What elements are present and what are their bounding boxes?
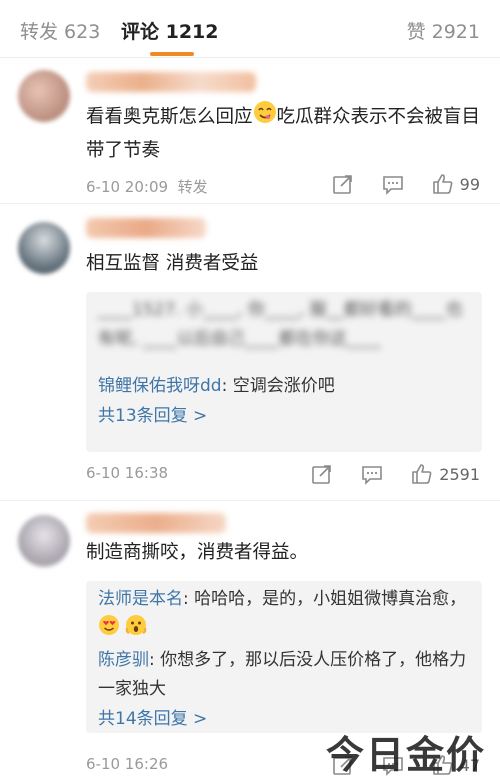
like-button[interactable]: 99 <box>432 173 480 195</box>
like-count: 99 <box>459 174 480 194</box>
comment-actions: 99 <box>304 172 480 196</box>
username-blurred[interactable] <box>86 218 206 238</box>
tab-reposts[interactable]: 转发 623 <box>20 17 100 44</box>
comment-time: 6-10 16:38 <box>86 464 169 482</box>
reply-item: 锦鲤保佑我呀dd: 空调会涨价吧 <box>86 372 482 401</box>
username-blurred[interactable] <box>86 513 226 533</box>
like-button[interactable]: 2591 <box>411 463 480 485</box>
avatar[interactable] <box>18 515 70 567</box>
reply-item: 陈彦驯: 你想多了，那以后没人压价格了，他格力一家独大 <box>86 646 482 704</box>
reply-username[interactable]: 锦鲤保佑我呀dd <box>98 376 222 396</box>
comment-text: 制造商撕咬，消费者得益。 <box>86 542 309 563</box>
reply-preview-box[interactable]: 法师是本名: 哈哈哈，是的，小姐姐微博真治愈， 陈彦驯: 你想多了，那以后没人压… <box>86 581 482 733</box>
comment-meta: 6-10 20:09 转发 <box>86 176 208 197</box>
active-tab-indicator <box>150 52 194 56</box>
more-replies-link[interactable]: 共13条回复 > <box>86 401 482 431</box>
share-icon <box>332 175 352 194</box>
reply-preview-box[interactable]: ____1527. 小____, 你____, 服__都好看的____也有呢, … <box>86 292 482 452</box>
watermark: 今日金价 <box>325 732 486 777</box>
like-count: 2591 <box>439 464 480 484</box>
repost-link[interactable]: 转发 <box>178 178 208 196</box>
tab-comments[interactable]: 评论 1212 <box>121 17 219 44</box>
comment-actions: 2591 <box>283 462 480 486</box>
comment-item-1: 看看奥克斯怎么回应 吃瓜群众表示不会被盲目带了节奏 6-10 20:09 转发 9… <box>0 58 500 203</box>
avatar[interactable] <box>18 222 70 274</box>
comment-text: 看看奥克斯怎么回应 吃瓜群众表示不会被盲目带了节奏 <box>86 100 486 167</box>
share-button[interactable] <box>311 463 333 485</box>
comment-meta: 6-10 16:26 <box>86 755 168 773</box>
heart-eyes-emoji-icon <box>98 614 120 646</box>
reply-text: : 你想多了，那以后没人压价格了，他格力一家独大 <box>98 650 467 699</box>
comment-text: 相互监督 消费者受益 <box>86 253 259 274</box>
reply-text: : 空调会涨价吧 <box>221 376 335 396</box>
comment-icon <box>382 176 403 195</box>
username-blurred[interactable] <box>86 72 256 92</box>
tab-likes[interactable]: 赞 2921 <box>407 17 480 44</box>
share-button[interactable] <box>332 173 354 195</box>
avatar[interactable] <box>18 70 70 122</box>
reply-username[interactable]: 法师是本名 <box>98 589 183 609</box>
comment-text-part1: 看看奥克斯怎么回应 <box>86 106 253 128</box>
comment-button[interactable] <box>382 173 404 195</box>
comment-button[interactable] <box>361 463 383 485</box>
comment-time: 6-10 16:26 <box>86 755 169 773</box>
reply-username[interactable]: 陈彦驯 <box>98 650 149 670</box>
yum-emoji-icon <box>253 100 277 135</box>
comment-icon <box>362 466 383 485</box>
scream-emoji-icon <box>125 614 147 646</box>
like-icon <box>412 464 432 484</box>
comment-time: 6-10 20:09 <box>86 178 169 196</box>
blurred-reply: ____1527. 小____, 你____, 服__都好看的____也有呢, … <box>98 300 463 349</box>
comment-item-2: 相互监督 消费者受益 ____1527. 小____, 你____, 服__都好… <box>0 204 500 500</box>
reply-text: : 哈哈哈，是的，小姐姐微博真治愈， <box>183 589 467 609</box>
comment-meta: 6-10 16:38 <box>86 464 168 482</box>
like-icon <box>432 174 453 194</box>
reply-item: 法师是本名: 哈哈哈，是的，小姐姐微博真治愈， <box>86 585 482 646</box>
share-icon <box>312 465 332 484</box>
comment-tabs: 转发 623 评论 1212 赞 2921 <box>0 0 500 58</box>
